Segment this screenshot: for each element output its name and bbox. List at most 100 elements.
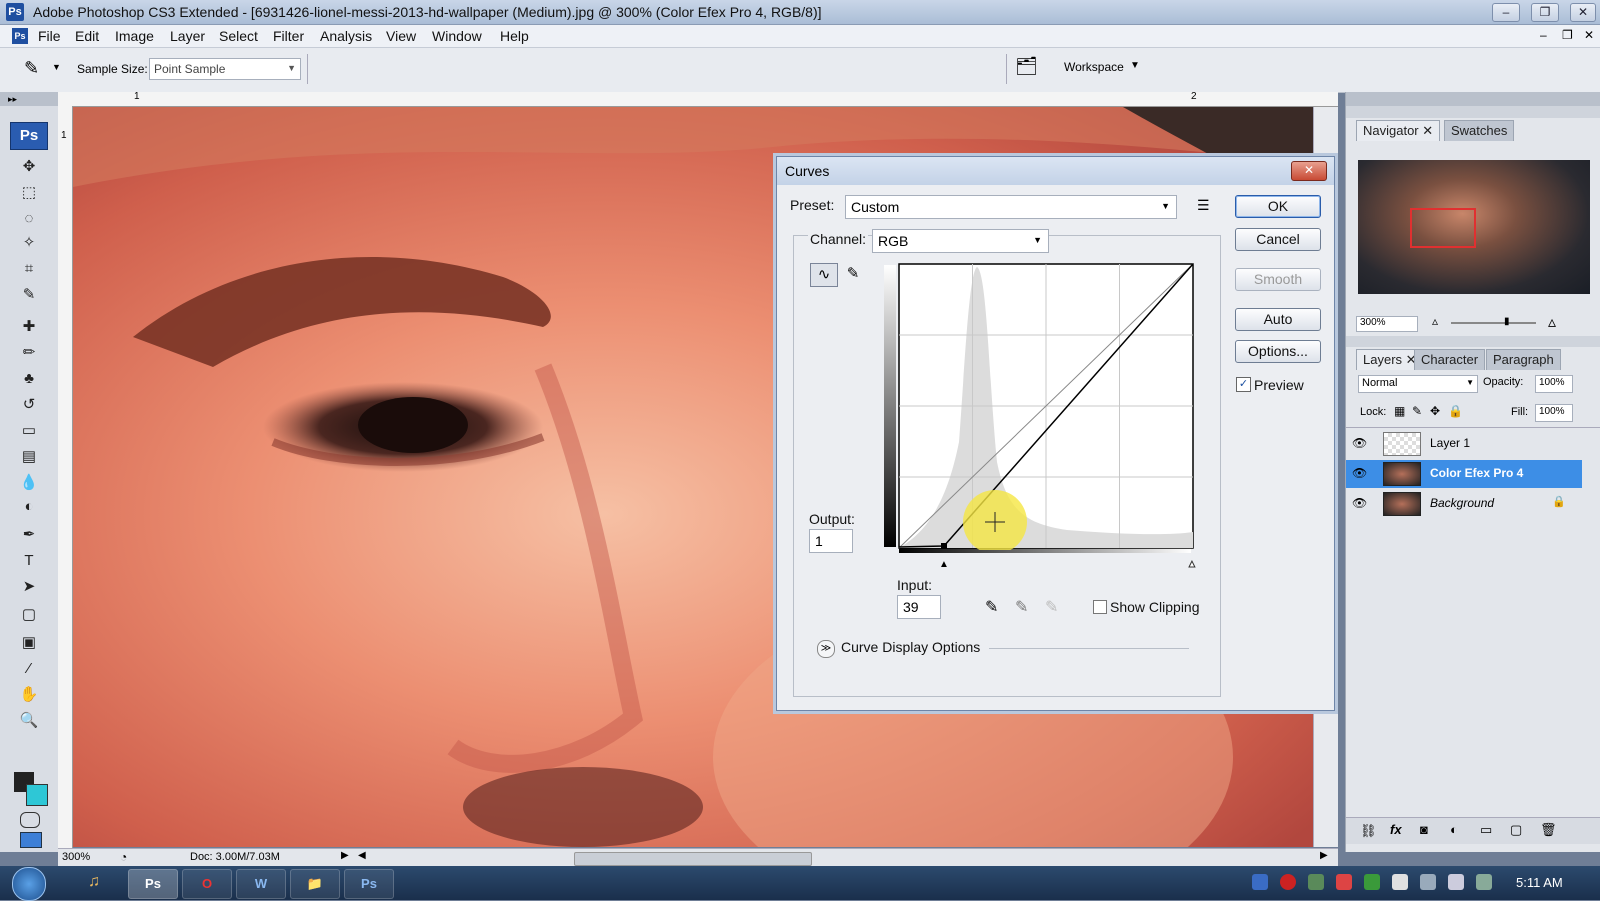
move-tool[interactable]: ✥ [16,156,42,178]
eye-icon[interactable]: 👁 [1352,436,1367,450]
curve-point-tool-icon[interactable]: ∿ [810,263,838,287]
usb-icon[interactable] [1448,874,1464,890]
taskbar-opera[interactable]: O [182,869,232,899]
options-button[interactable]: Options... [1235,340,1321,363]
status-icon[interactable]: ◔ [120,850,127,864]
menu-layer[interactable]: Layer [170,28,205,44]
zoom-slider-track[interactable] [1451,322,1536,324]
brush-tool[interactable]: ✏ [16,342,42,364]
auto-button[interactable]: Auto [1235,308,1321,331]
start-button[interactable] [12,867,46,901]
show-clipping-checkbox[interactable] [1093,600,1107,614]
tab-swatches[interactable]: Swatches [1444,120,1515,141]
layer-row-color-efex-pro-4[interactable]: 👁 Color Efex Pro 4 [1346,460,1582,488]
lock-transparency-icon[interactable]: ▦ [1394,404,1405,418]
blur-tool[interactable]: 💧 [16,472,42,494]
output-field[interactable]: 1 [809,529,853,553]
crop-tool[interactable]: ⌗ [16,258,42,280]
zoom-out-icon[interactable]: ▵ [1432,314,1438,328]
doc-close-icon[interactable]: ✕ [1584,28,1594,42]
menu-analysis[interactable]: Analysis [320,28,372,44]
eye-icon[interactable]: 👁 [1352,466,1367,480]
white-point-slider-icon[interactable]: ▲ [1187,559,1198,571]
horizontal-scrollbar-thumb[interactable] [574,852,812,866]
new-layer-icon[interactable]: ▢ [1510,822,1522,838]
input-field[interactable]: 39 [897,595,941,619]
lock-pixels-icon[interactable]: ✎ [1412,404,1422,418]
eye-icon[interactable]: 👁 [1352,496,1367,510]
curve-display-options-label[interactable]: Curve Display Options [841,639,980,655]
clone-stamp-tool[interactable]: ♣ [16,368,42,390]
preview-checkbox[interactable]: ✓ [1236,377,1251,392]
workspace-menu[interactable]: Workspace [1064,60,1124,74]
status-menu-arrow-icon[interactable]: ▶ [341,850,349,861]
screen-mode-icon[interactable] [20,832,42,848]
white-eyedropper-icon[interactable]: ✎ [1045,597,1058,617]
tab-navigator[interactable]: Navigator ✕ [1356,120,1441,141]
opacity-field[interactable]: 100% [1535,375,1573,393]
chevron-down-icon[interactable]: ▼ [52,62,61,72]
volume-icon[interactable] [1420,874,1436,890]
curves-graph[interactable] [897,262,1195,550]
dialog-close-button[interactable]: ✕ [1291,161,1327,181]
menu-select[interactable]: Select [219,28,258,44]
expand-options-icon[interactable]: ≫ [817,640,835,658]
lock-all-icon[interactable]: 🔒 [1448,404,1463,418]
eyedropper-active-tool[interactable]: ⁄ [16,658,42,680]
new-group-icon[interactable]: ▭ [1480,822,1492,838]
blend-mode-select[interactable]: Normal ▼ [1358,375,1478,393]
navigator-thumbnail[interactable] [1358,160,1590,294]
smooth-button[interactable]: Smooth [1235,268,1321,291]
fill-field[interactable]: 100% [1535,404,1573,422]
eraser-tool[interactable]: ▭ [16,420,42,442]
action-center-icon[interactable] [1392,874,1408,890]
scroll-right-icon[interactable]: ▶ [1320,850,1328,861]
channel-select[interactable]: RGB ▼ [872,229,1049,253]
tab-character[interactable]: Character [1414,349,1486,370]
tab-paragraph[interactable]: Paragraph [1486,349,1561,370]
tray-app-icon[interactable] [1308,874,1324,890]
dodge-tool[interactable]: ◐ [16,496,42,518]
taskbar-explorer[interactable]: 📁 [290,869,340,899]
lock-position-icon[interactable]: ✥ [1430,404,1440,418]
preset-options-icon[interactable]: ☰ [1197,197,1210,214]
history-brush-tool[interactable]: ↺ [16,394,42,416]
doc-restore-icon[interactable]: ❐ [1562,28,1573,42]
clock[interactable]: 5:11 AM [1516,875,1563,890]
menu-filter[interactable]: Filter [273,28,304,44]
eyedropper-preset-icon[interactable]: ✎ [24,58,39,79]
gradient-tool[interactable]: ▤ [16,446,42,468]
black-eyedropper-icon[interactable]: ✎ [985,597,998,617]
minimize-button[interactable]: – [1492,3,1520,22]
scroll-left-icon[interactable]: ◀ [358,850,366,861]
taskbar-word[interactable]: W [236,869,286,899]
cancel-button[interactable]: Cancel [1235,228,1321,251]
shape-tool[interactable]: ▢ [16,604,42,626]
tray-app-icon[interactable] [1364,874,1380,890]
zoom-level[interactable]: 300% [62,851,90,863]
sample-size-select[interactable]: Point Sample ▼ [149,58,301,80]
toolbox-collapse-icon[interactable]: ▸▸ [0,92,58,106]
menu-view[interactable]: View [386,28,416,44]
path-selection-tool[interactable]: ➤ [16,576,42,598]
magic-wand-tool[interactable]: ✧ [16,232,42,254]
preset-select[interactable]: Custom ▼ [845,195,1177,219]
zoom-in-icon[interactable]: ▵ [1548,312,1556,332]
photoshop-logo[interactable]: Ps [10,122,48,150]
doc-minimize-icon[interactable]: – [1540,28,1547,42]
bridge-icon[interactable]: 🗂 [1015,56,1038,77]
black-point-slider-icon[interactable]: ▲ [939,559,949,570]
quick-mask-icon[interactable] [20,812,40,828]
notes-tool[interactable]: ▣ [16,632,42,654]
menu-window[interactable]: Window [432,28,482,44]
background-color-swatch[interactable] [26,784,48,806]
taskbar-photoshop-2[interactable]: Ps [344,869,394,899]
zoom-slider-thumb[interactable]: ▮ [1504,316,1510,327]
layer-mask-icon[interactable]: ◙ [1420,822,1428,837]
gray-eyedropper-icon[interactable]: ✎ [1015,597,1028,617]
menu-edit[interactable]: Edit [75,28,99,44]
taskbar-photoshop[interactable]: Ps [128,869,178,899]
healing-brush-tool[interactable]: ✚ [16,316,42,338]
quicklaunch-icon[interactable]: ♫ [88,873,100,891]
hand-tool[interactable]: ✋ [16,684,42,706]
